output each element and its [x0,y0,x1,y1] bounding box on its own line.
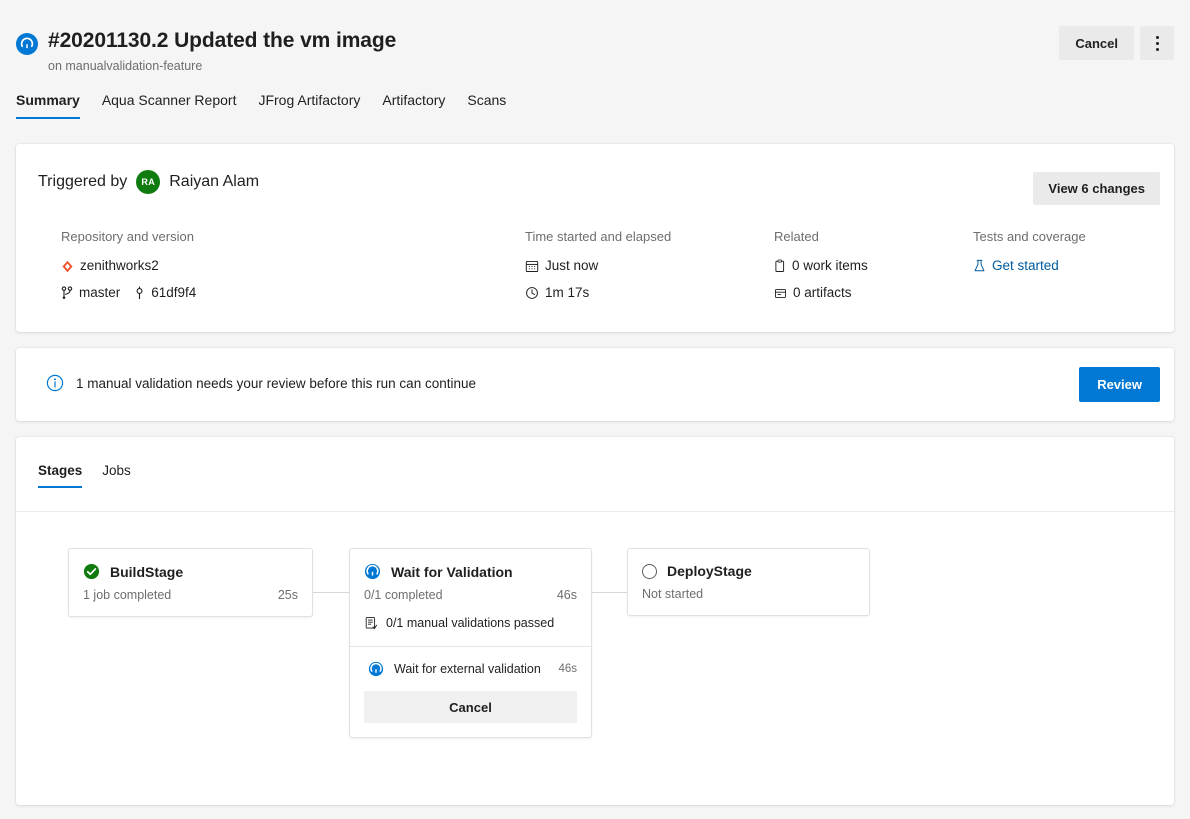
success-check-icon [83,563,100,580]
get-started-link[interactable]: Get started [992,255,1059,277]
stage-status-text: Not started [642,587,703,601]
stage-cancel-wrapper: Cancel [350,677,591,737]
commit-row[interactable]: 61df9f4 [134,282,196,304]
waiting-circle-icon [368,661,384,677]
tab-jfrog-artifactory[interactable]: JFrog Artifactory [247,92,371,119]
meta-heading: Repository and version [61,229,521,245]
work-item-icon [774,259,786,273]
header-actions: Cancel [1059,26,1174,60]
meta-heading: Related [774,229,969,245]
manual-validation-check-text: 0/1 manual validations passed [386,616,554,630]
stage-graph: BuildStage 1 job completed 25s [16,511,1174,805]
cancel-run-button[interactable]: Cancel [1059,26,1134,60]
stages-panel: Stages Jobs BuildStage [16,437,1174,805]
meta-heading: Tests and coverage [973,229,1173,245]
repository-row[interactable]: zenithworks2 [61,255,521,277]
tab-artifactory[interactable]: Artifactory [371,92,456,119]
branch-name: master [79,282,120,304]
review-button[interactable]: Review [1079,367,1160,402]
meta-column-related: Related 0 work items [774,229,969,309]
tab-jobs[interactable]: Jobs [92,463,141,488]
tests-get-started-row[interactable]: Get started [973,255,1173,277]
artifacts-row[interactable]: 0 artifacts [774,282,969,304]
repository-name: zenithworks2 [80,255,159,277]
pipeline-run-page: #20201130.2 Updated the vm image on manu… [0,0,1190,819]
stage-subtext-row: Not started [628,579,869,615]
stage-connector [591,592,627,593]
beaker-icon [973,259,986,273]
more-actions-icon[interactable] [1140,26,1174,60]
stage-status-text: 0/1 completed [364,588,443,602]
page-tabs: Summary Aqua Scanner Report JFrog Artifa… [16,92,517,119]
meta-column-time: Time started and elapsed Just now [525,229,770,309]
stage-header: BuildStage [69,549,312,580]
tab-summary[interactable]: Summary [16,92,91,119]
run-branch-subtitle: on manualvalidation-feature [48,58,396,74]
tab-scans[interactable]: Scans [456,92,517,119]
checklist-icon [364,616,378,630]
task-row-wait-for-external-validation[interactable]: Wait for external validation 46s [350,647,591,677]
tab-aqua-scanner-report[interactable]: Aqua Scanner Report [91,92,248,119]
clock-icon [525,286,539,300]
waiting-circle-icon [364,563,381,580]
page-header: #20201130.2 Updated the vm image on manu… [0,0,1190,130]
not-started-circle-icon [642,564,657,579]
run-title-block: #20201130.2 Updated the vm image on manu… [16,28,396,74]
stage-name: DeployStage [667,563,752,579]
artifact-icon [774,287,787,300]
time-started-row: Just now [525,255,770,277]
info-circle-icon [46,374,64,397]
manual-validation-check-row: 0/1 manual validations passed [350,616,591,646]
triggered-by-label: Triggered by [38,173,127,191]
meta-column-repository: Repository and version zenithworks2 [61,229,521,309]
elapsed-value: 1m 17s [545,282,589,304]
calendar-icon [525,259,539,273]
stage-header: DeployStage [628,549,869,579]
waiting-circle-icon [16,33,38,55]
triggered-by-row: Triggered by RA Raiyan Alam [38,170,259,194]
stage-cancel-button[interactable]: Cancel [364,691,577,723]
meta-column-tests: Tests and coverage Get started [973,229,1173,282]
stage-card-buildstage[interactable]: BuildStage 1 job completed 25s [68,548,313,617]
branch-icon [61,286,73,300]
elapsed-row: 1m 17s [525,282,770,304]
stage-card-wait-for-validation[interactable]: Wait for Validation 0/1 completed 46s 0/… [349,548,592,738]
stage-name: Wait for Validation [391,564,513,580]
work-items-value: 0 work items [792,255,868,277]
validation-message: 1 manual validation needs your review be… [76,374,476,394]
meta-heading: Time started and elapsed [525,229,770,245]
stage-header: Wait for Validation [350,549,591,580]
stage-connector [312,592,350,593]
tab-stages[interactable]: Stages [38,463,92,488]
view-changes-button[interactable]: View 6 changes [1033,172,1160,205]
branch-row[interactable]: master [61,282,120,304]
branch-commit-row: master 61df9f4 [61,282,521,304]
time-started-value: Just now [545,255,598,277]
stages-panel-tabs: Stages Jobs [38,463,141,488]
run-summary-card: Triggered by RA Raiyan Alam View 6 chang… [16,144,1174,332]
task-name: Wait for external validation [394,662,541,676]
task-duration: 46s [558,663,577,675]
stage-duration: 46s [557,588,577,602]
work-items-row[interactable]: 0 work items [774,255,969,277]
stage-status-text: 1 job completed [83,588,171,602]
stage-card-deploystage[interactable]: DeployStage Not started [627,548,870,616]
stage-name: BuildStage [110,564,183,580]
stage-subtext-row: 0/1 completed 46s [350,580,591,616]
commit-icon [134,286,145,300]
stage-subtext-row: 1 job completed 25s [69,580,312,616]
stage-duration: 25s [278,588,298,602]
commit-hash: 61df9f4 [151,282,196,304]
page-title: #20201130.2 Updated the vm image [48,28,396,54]
triggered-by-user: Raiyan Alam [169,173,259,191]
avatar: RA [136,170,160,194]
artifacts-value: 0 artifacts [793,282,852,304]
azure-repos-icon [61,260,74,273]
manual-validation-banner: 1 manual validation needs your review be… [16,348,1174,421]
